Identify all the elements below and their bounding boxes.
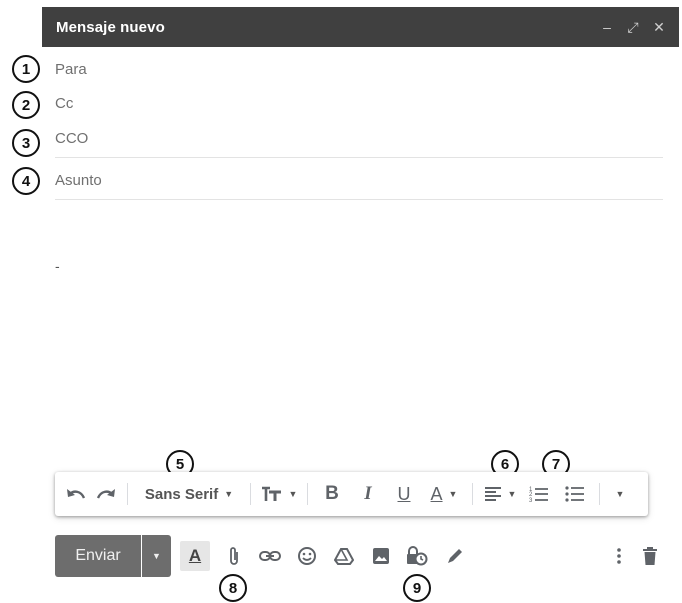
callout-1: 1	[12, 55, 40, 83]
underline-icon[interactable]: U	[386, 479, 422, 509]
toolbar-divider	[599, 483, 600, 505]
bold-icon[interactable]: B	[314, 479, 350, 509]
bcc-field[interactable]: CCO	[55, 130, 88, 147]
bulleted-list-icon[interactable]	[557, 479, 593, 509]
to-field[interactable]: Para	[55, 61, 87, 78]
redo-icon[interactable]	[91, 479, 121, 509]
recipients-divider	[55, 157, 663, 158]
callout-3: 3	[12, 129, 40, 157]
chevron-down-icon: ▼	[224, 489, 234, 499]
formatting-letter: A	[188, 546, 202, 565]
chevron-down-icon: ▼	[507, 489, 517, 499]
trash-icon[interactable]	[636, 541, 664, 571]
message-body[interactable]: -	[55, 258, 60, 274]
chevron-down-icon: ▼	[152, 551, 161, 561]
formatting-toolbar: Sans Serif ▼ ▼ B I U A ▼ ▼ 123 ▼	[55, 472, 648, 516]
compose-title: Mensaje nuevo	[56, 18, 165, 36]
compose-header: Mensaje nuevo – ⤢ ✕	[42, 7, 679, 47]
chevron-down-icon: ▼	[288, 489, 298, 499]
svg-text:3: 3	[529, 498, 533, 503]
chevron-down-icon: ▼	[448, 489, 458, 499]
undo-icon[interactable]	[61, 479, 91, 509]
text-color-icon[interactable]: A ▼	[422, 479, 466, 509]
minimize-icon[interactable]: –	[601, 20, 613, 34]
window-controls: – ⤢ ✕	[601, 7, 665, 47]
chevron-down-icon: ▼	[615, 489, 625, 499]
formatting-icon[interactable]: A	[180, 541, 210, 571]
subject-divider	[55, 199, 663, 200]
confidential-mode-icon[interactable]	[403, 541, 431, 571]
font-size-icon[interactable]: ▼	[257, 479, 301, 509]
signature-icon[interactable]	[441, 541, 469, 571]
attach-icon[interactable]	[220, 541, 248, 571]
align-icon[interactable]: ▼	[479, 479, 521, 509]
callout-8: 8	[219, 574, 247, 602]
subject-field[interactable]: Asunto	[55, 172, 102, 189]
cc-field[interactable]: Cc	[55, 95, 73, 112]
callout-2: 2	[12, 91, 40, 119]
expand-icon[interactable]: ⤢	[627, 20, 639, 34]
more-formatting-icon[interactable]: ▼	[606, 479, 634, 509]
send-options-button[interactable]: ▼	[142, 535, 171, 577]
text-color-letter: A	[430, 483, 443, 504]
more-options-icon[interactable]	[605, 541, 633, 571]
toolbar-divider	[472, 483, 473, 505]
send-button[interactable]: Enviar	[55, 535, 141, 577]
drive-icon[interactable]	[330, 541, 358, 571]
font-name: Sans Serif	[144, 485, 219, 503]
link-icon[interactable]	[256, 541, 284, 571]
emoji-icon[interactable]	[293, 541, 321, 571]
font-select[interactable]: Sans Serif ▼	[134, 479, 244, 509]
numbered-list-icon[interactable]: 123	[521, 479, 557, 509]
callout-9: 9	[403, 574, 431, 602]
close-icon[interactable]: ✕	[653, 20, 665, 34]
photo-icon[interactable]	[367, 541, 395, 571]
toolbar-divider	[307, 483, 308, 505]
toolbar-divider	[250, 483, 251, 505]
callout-4: 4	[12, 167, 40, 195]
toolbar-divider	[127, 483, 128, 505]
italic-icon[interactable]: I	[350, 479, 386, 509]
